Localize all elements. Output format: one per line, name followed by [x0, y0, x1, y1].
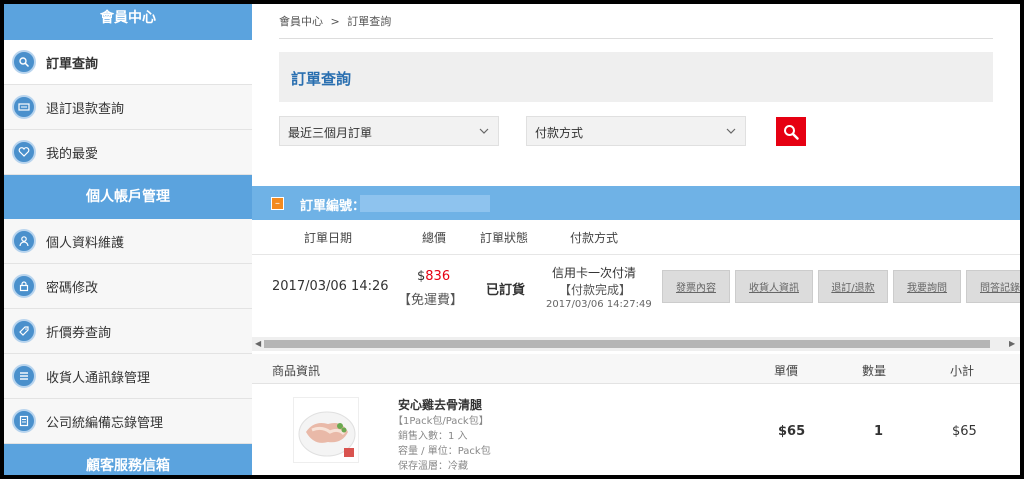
product-spec: 【1Pack包/Pack包】	[393, 416, 489, 427]
heart-icon	[12, 140, 36, 164]
chevron-down-icon	[479, 128, 489, 134]
sidebar-header-service: 顧客服務信箱	[4, 444, 252, 475]
inquiry-button[interactable]: 我要詢問	[893, 270, 961, 303]
payment-status: 【付款完成】	[559, 283, 632, 297]
order-number-label: 訂單編號：	[300, 199, 366, 214]
sidebar-item-label: 訂單查詢	[46, 56, 99, 72]
scroll-right-icon[interactable]: ▶	[1009, 339, 1015, 348]
product-unit-price: $65	[778, 424, 806, 439]
order-number-value	[360, 195, 490, 212]
refund-icon	[12, 95, 36, 119]
product-name[interactable]: 安心雞去骨清腿	[398, 396, 482, 413]
product-quantity: 1	[874, 424, 884, 439]
sidebar-item-refund-query[interactable]: 退訂退款查詢	[4, 85, 252, 130]
breadcrumb: 會員中心 > 訂單查詢	[279, 13, 391, 29]
divider	[279, 38, 993, 39]
page-title-box: 訂單查詢	[279, 52, 993, 102]
order-date: 2017/03/06 14:26	[272, 279, 389, 294]
order-header-bar: – 訂單編號：	[252, 186, 1020, 220]
period-select-value: 最近三個月訂單	[288, 126, 373, 140]
sidebar-item-label: 密碼修改	[46, 280, 99, 296]
horizontal-scrollbar[interactable]: ◀ ▶	[252, 337, 1020, 351]
sidebar-item-label: 公司統編備忘錄管理	[46, 415, 164, 431]
chevron-down-icon	[726, 128, 736, 134]
order-total: $836	[417, 269, 450, 284]
header-order-date: 訂單日期	[304, 231, 353, 245]
qa-history-button[interactable]: 問答記錄	[966, 270, 1020, 303]
coupon-icon	[12, 319, 36, 343]
user-icon	[12, 229, 36, 253]
header-status: 訂單狀態	[480, 231, 529, 245]
sidebar: 會員中心 訂單查詢 退訂退款查詢 我的最愛 個人帳戶管理 個人資料維護 密碼修改…	[4, 4, 252, 475]
period-select[interactable]: 最近三個月訂單	[279, 116, 499, 146]
page-title: 訂單查詢	[291, 70, 352, 88]
document-icon	[12, 409, 36, 433]
search-icon	[784, 124, 799, 140]
payment-select[interactable]: 付款方式	[526, 116, 746, 146]
header-quantity: 數量	[862, 364, 887, 378]
app-frame: 會員中心 訂單查詢 退訂退款查詢 我的最愛 個人帳戶管理 個人資料維護 密碼修改…	[4, 4, 1020, 475]
sidebar-item-label: 退訂退款查詢	[46, 101, 125, 117]
sidebar-item-order-query[interactable]: 訂單查詢	[4, 40, 252, 85]
header-subtotal: 小計	[950, 364, 975, 378]
product-storage: 保存溫層：冷藏	[398, 461, 468, 472]
product-servings: 銷售入數：1 入	[398, 431, 468, 442]
header-payment: 付款方式	[570, 231, 619, 245]
collapse-button[interactable]: –	[271, 197, 284, 210]
sidebar-item-label: 折價券查詢	[46, 325, 112, 341]
header-unit-price: 單價	[774, 364, 799, 378]
main-content: 會員中心 > 訂單查詢 訂單查詢 最近三個月訂單 付款方式 – 訂單編號： 訂單…	[252, 4, 1020, 475]
sidebar-item-label: 收貨人通訊錄管理	[46, 370, 151, 386]
payment-method: 信用卡一次付清	[552, 266, 637, 280]
product-capacity: 容量 / 單位：Pack包	[398, 446, 491, 457]
shipping-note: 【免運費】	[398, 293, 464, 308]
recipient-info-button[interactable]: 收貨人資訊	[735, 270, 813, 303]
order-total-value: 836	[425, 269, 451, 284]
sidebar-item-label: 個人資料維護	[46, 235, 125, 251]
header-product-info: 商品資訊	[272, 364, 321, 378]
sidebar-item-company-tax-id[interactable]: 公司統編備忘錄管理	[4, 399, 252, 444]
header-total: 總價	[422, 231, 447, 245]
sidebar-header-member: 會員中心	[4, 4, 252, 40]
divider	[252, 254, 1020, 255]
sidebar-header-account: 個人帳戶管理	[4, 175, 252, 219]
refund-button[interactable]: 退訂/退款	[818, 270, 888, 303]
sidebar-item-label: 我的最愛	[46, 146, 99, 162]
invoice-button[interactable]: 發票內容	[662, 270, 730, 303]
sidebar-item-coupons[interactable]: 折價券查詢	[4, 309, 252, 354]
scroll-left-icon[interactable]: ◀	[255, 339, 261, 348]
search-button[interactable]	[776, 117, 806, 146]
order-status: 已訂貨	[486, 283, 526, 298]
product-table-header: 商品資訊 單價 數量 小計	[252, 354, 1020, 384]
product-subtotal: $65	[952, 424, 977, 439]
sidebar-item-profile[interactable]: 個人資料維護	[4, 219, 252, 264]
breadcrumb-home[interactable]: 會員中心	[279, 15, 323, 28]
product-image[interactable]	[293, 397, 359, 463]
sidebar-item-password[interactable]: 密碼修改	[4, 264, 252, 309]
lock-icon	[12, 274, 36, 298]
payment-select-value: 付款方式	[535, 126, 584, 140]
sidebar-item-favorites[interactable]: 我的最愛	[4, 130, 252, 175]
list-icon	[12, 364, 36, 388]
breadcrumb-separator: >	[330, 15, 340, 28]
scrollbar-thumb[interactable]	[264, 340, 990, 348]
breadcrumb-current: 訂單查詢	[347, 15, 392, 28]
payment-time: 2017/03/06 14:27:49	[546, 299, 652, 310]
sidebar-item-address-book[interactable]: 收貨人通訊錄管理	[4, 354, 252, 399]
search-icon	[12, 50, 36, 74]
